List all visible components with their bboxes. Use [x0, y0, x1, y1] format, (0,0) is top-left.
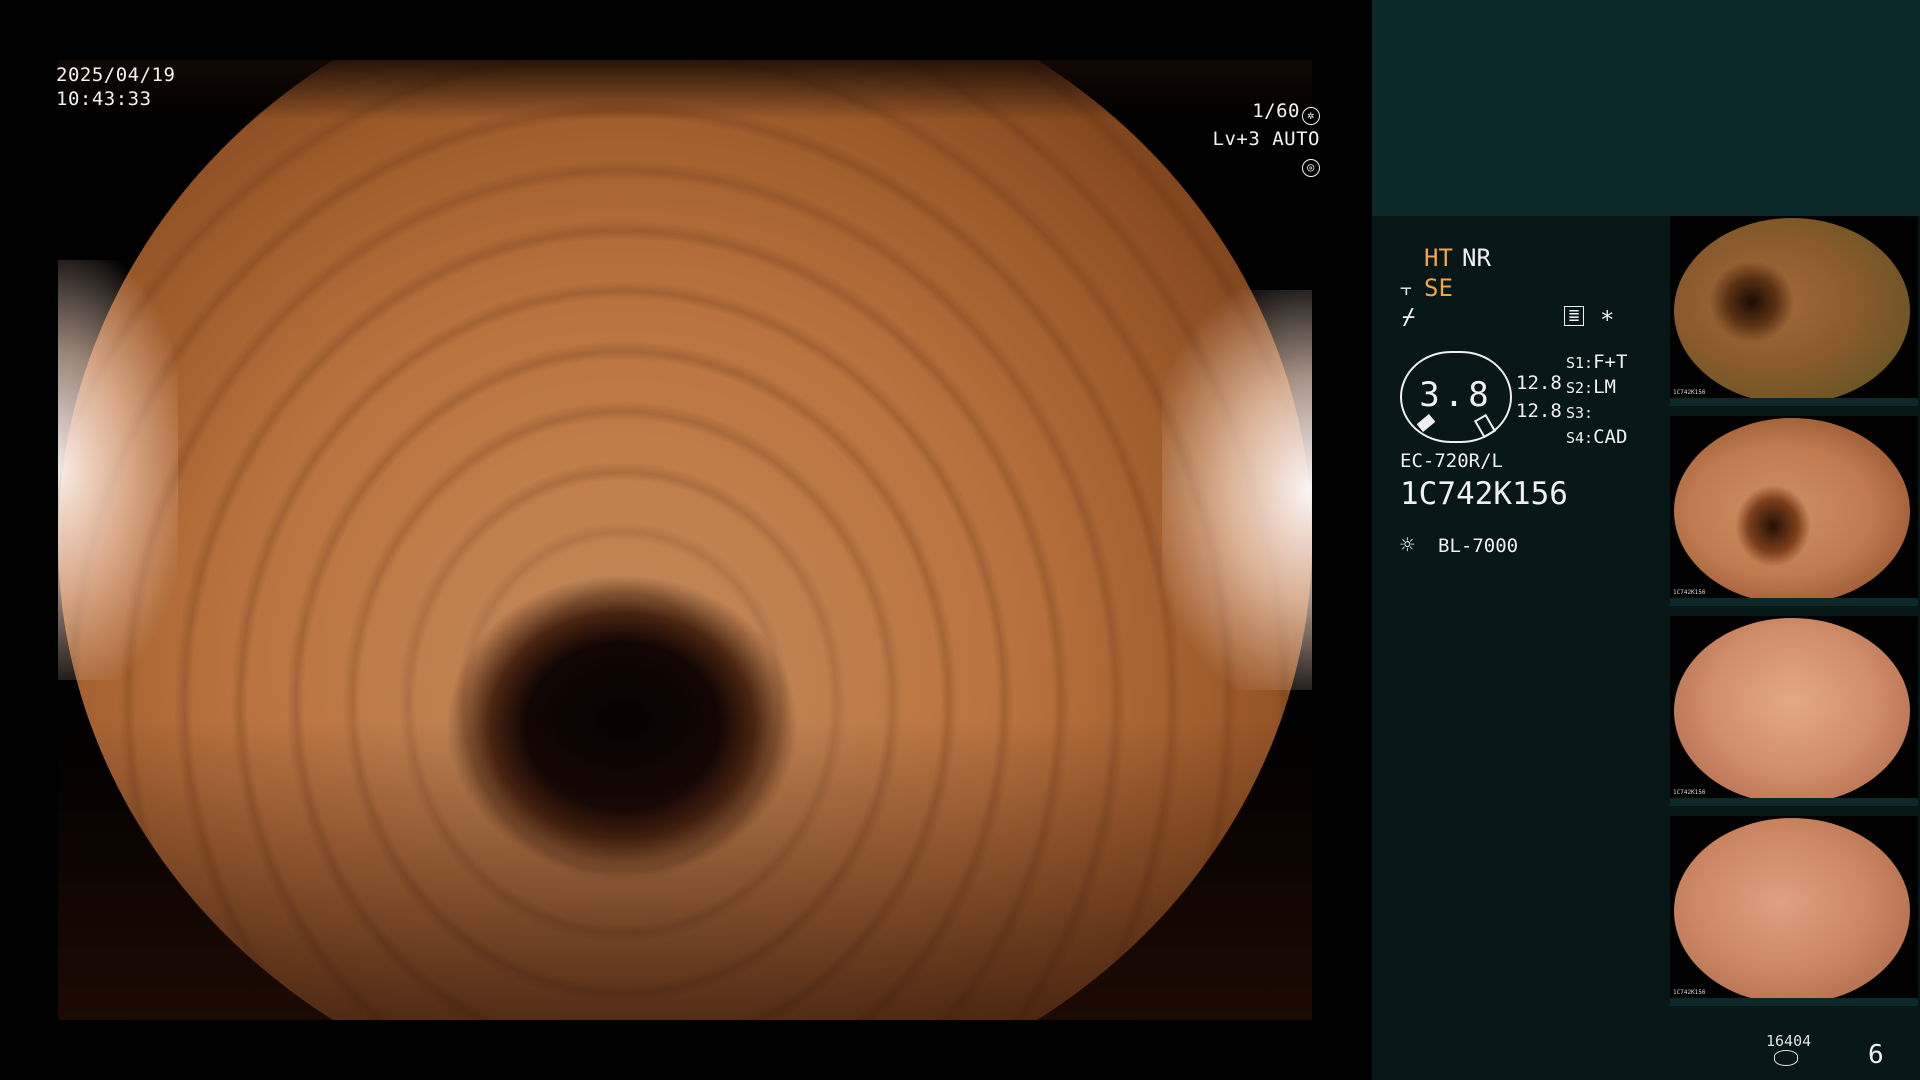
capture-thumbnail[interactable]: 1C742K156 [1670, 616, 1918, 806]
light-source-model: BL-7000 [1438, 535, 1519, 557]
thumbnail-label: 1C742K156 [1673, 389, 1706, 396]
iris-overlay: Lv+3 AUTO ◎ [1194, 127, 1320, 177]
frame-number: 6 [1868, 1040, 1884, 1070]
capture-thumbnail[interactable]: 1C742K156 [1670, 216, 1918, 406]
panel-status-area [1372, 216, 1670, 1080]
se-indicator: SE [1424, 274, 1453, 302]
s2-value: LM [1593, 376, 1616, 398]
s3-label: S3: [1566, 404, 1594, 422]
s1-value: F+T [1593, 351, 1628, 373]
thumbnail-image [1674, 818, 1910, 1004]
s1-label: S1: [1566, 354, 1594, 372]
capture-thumbnail[interactable]: 1C742K156 [1670, 416, 1918, 606]
scope-serial: 1C742K156 [1400, 476, 1568, 512]
endoscope-image [58, 60, 1312, 1020]
structure-enhance-icon: ⫟ [1400, 276, 1413, 300]
storage-disk-icon [1774, 1050, 1798, 1066]
thumbnail-label: 1C742K156 [1673, 989, 1706, 996]
zoom-gauge: 3.8 [1400, 351, 1512, 443]
s2-label: S2: [1566, 379, 1594, 397]
time-text: 10:43:33 [56, 88, 152, 110]
ht-indicator: HT [1424, 244, 1453, 272]
endoscope-view: 2025/04/19 10:43:33 1/60 ✲ Lv+3 AUTO ◎ [0, 0, 1372, 1080]
color-mode-icon: ⌿ [1402, 305, 1416, 330]
level-text: Lv+3 [1212, 128, 1261, 150]
shadow-bottom [58, 720, 1312, 1020]
thumbnail-image [1674, 418, 1910, 604]
storage-count: 16404 [1766, 1032, 1812, 1050]
capture-thumbnail[interactable]: 1C742K156 [1670, 816, 1918, 1006]
nr-indicator: NR [1462, 244, 1491, 272]
gauge-side-1: 12.8 [1516, 372, 1562, 394]
gauge-needle-left-icon [1416, 414, 1436, 432]
asterisk-indicator: * [1600, 306, 1615, 334]
thumbnail-bar [1670, 998, 1918, 1006]
gauge-side-2: 12.8 [1516, 400, 1562, 422]
thumbnail-image [1674, 218, 1910, 404]
record-icon: ≣ [1564, 306, 1584, 326]
light-glare-left [58, 260, 178, 680]
iris-text: AUTO [1272, 128, 1320, 150]
thumbnail-bar [1670, 398, 1918, 406]
datetime-overlay: 2025/04/19 10:43:33 [56, 63, 175, 111]
thumbnail-image [1674, 618, 1910, 804]
date-text: 2025/04/19 [56, 64, 176, 86]
light-source-icon: ☼ [1400, 531, 1415, 559]
s4-value: CAD [1593, 426, 1628, 448]
thumbnail-bar [1670, 598, 1918, 606]
thumbnail-label: 1C742K156 [1673, 789, 1706, 796]
mask-top [58, 60, 1312, 120]
s4-label: S4: [1566, 429, 1594, 447]
panel-header-area [1372, 0, 1920, 216]
shutter-overlay: 1/60 ✲ [1250, 99, 1320, 125]
switch-list: S1:F+T S2:LM S3: S4:CAD [1566, 350, 1627, 450]
thumbnail-bar [1670, 798, 1918, 806]
gauge-value: 3.8 [1419, 375, 1493, 415]
thumbnail-label: 1C742K156 [1673, 589, 1706, 596]
scope-model: EC-720R/L [1400, 450, 1503, 472]
shutter-icon: ✲ [1302, 107, 1320, 125]
iris-icon: ◎ [1302, 159, 1320, 177]
shutter-text: 1/60 [1252, 100, 1300, 122]
light-glare-right [1162, 290, 1312, 690]
